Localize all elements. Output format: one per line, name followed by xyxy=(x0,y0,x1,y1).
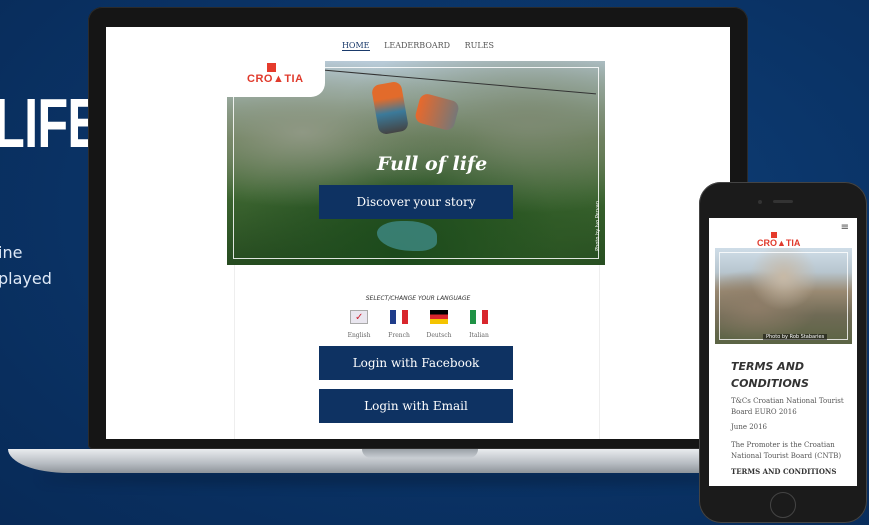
login-facebook-button[interactable]: Login with Facebook xyxy=(319,346,513,380)
left-caption-line1: ine xyxy=(0,243,23,262)
terms-line-1: T&Cs Croatian National Tourist Board EUR… xyxy=(731,397,844,416)
left-headline: LIFE xyxy=(0,84,101,162)
language-label: Deutsch xyxy=(426,332,452,339)
nav-rules[interactable]: RULES xyxy=(465,41,494,50)
nav-home[interactable]: HOME xyxy=(341,41,370,51)
hero-title: Full of life xyxy=(377,153,488,175)
laptop-shadow xyxy=(40,472,800,484)
language-title: SELECT/CHANGE YOUR LANGUAGE xyxy=(365,295,471,302)
terms-line-2: June 2016 xyxy=(731,423,768,431)
terms-line-3: The Promoter is the Croatian National To… xyxy=(731,441,842,460)
language-deutsch[interactable]: Deutsch xyxy=(424,309,454,339)
phone-hero-frame xyxy=(719,252,848,340)
language-english[interactable]: ✓ English xyxy=(344,309,374,339)
language-label: French xyxy=(388,332,410,339)
nav-leaderboard[interactable]: LEADERBOARD xyxy=(384,41,450,50)
phone-camera xyxy=(758,200,762,204)
discover-story-button[interactable]: Discover your story xyxy=(319,185,513,219)
hero-banner: CRO▲TIA Full of life Discover your story… xyxy=(227,61,605,265)
check-icon: ✓ xyxy=(355,312,364,323)
login-email-button[interactable]: Login with Email xyxy=(319,389,513,423)
laptop-screen: HOME LEADERBOARD RULES CRO▲TIA Full of l… xyxy=(106,27,730,439)
phone-screen: ≡ CRO▲TIA Photo by Rob Stabaries TERMS A… xyxy=(709,218,857,486)
phone-photo-credit: Photo by Rob Stabaries xyxy=(763,334,828,340)
phone-device: ≡ CRO▲TIA Photo by Rob Stabaries TERMS A… xyxy=(699,182,867,523)
photo-credit: Photo by Ivo Pervan xyxy=(595,201,601,251)
terms-line-4: TERMS AND CONDITIONS xyxy=(731,467,837,476)
phone-hero-image: Photo by Rob Stabaries xyxy=(715,248,852,344)
laptop-notch xyxy=(362,449,478,458)
flag-french-icon xyxy=(390,310,408,324)
flag-italian-icon xyxy=(470,310,488,324)
language-italian[interactable]: Italian xyxy=(464,309,494,339)
logo-square-icon xyxy=(267,63,276,72)
language-label: English xyxy=(347,332,371,339)
hamburger-icon[interactable]: ≡ xyxy=(841,222,849,233)
logo-text: CRO▲TIA xyxy=(247,73,304,85)
language-label: Italian xyxy=(469,332,489,339)
site-nav: HOME LEADERBOARD RULES xyxy=(106,41,730,51)
croatia-logo[interactable]: CRO▲TIA xyxy=(227,61,325,97)
phone-logo[interactable]: CRO▲TIA xyxy=(757,238,800,248)
phone-speaker xyxy=(773,200,793,203)
left-caption-line2: played xyxy=(0,269,52,288)
language-selector: ✓ English French Deutsch Italian xyxy=(344,309,494,339)
language-french[interactable]: French xyxy=(384,309,414,339)
flag-german-icon xyxy=(430,310,448,324)
flag-english-icon: ✓ xyxy=(350,310,368,324)
terms-heading: TERMS AND CONDITIONS xyxy=(731,360,809,390)
phone-home-button[interactable] xyxy=(770,492,796,518)
left-caption: ine played xyxy=(0,240,52,292)
